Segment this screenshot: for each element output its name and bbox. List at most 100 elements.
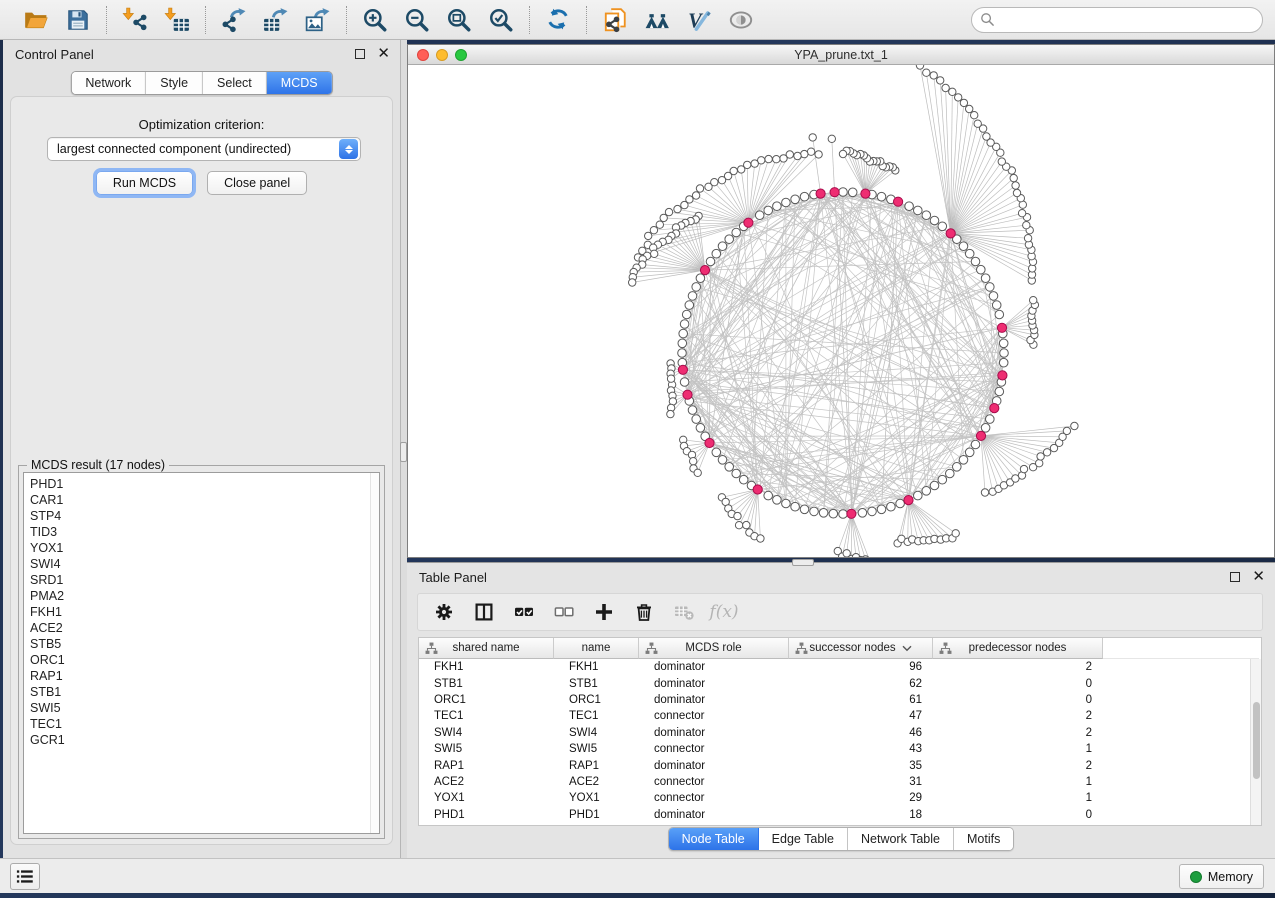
mcds-result-title: MCDS result (17 nodes): [27, 458, 169, 472]
import-table-button[interactable]: [159, 4, 195, 36]
table-row[interactable]: FKH1FKH1dominator962: [419, 659, 1250, 675]
close-table-panel-icon[interactable]: ✕: [1252, 572, 1265, 582]
window-zoom-icon[interactable]: [455, 49, 467, 61]
tab-select[interactable]: Select: [203, 72, 267, 94]
list-scrollbar-track[interactable]: [370, 473, 379, 833]
cell-name: FKH1: [554, 661, 639, 673]
tab-network-table[interactable]: Network Table: [848, 828, 954, 850]
add-column-button[interactable]: [588, 597, 620, 627]
table-row[interactable]: YOX1YOX1connector291: [419, 790, 1250, 806]
tab-mcds[interactable]: MCDS: [267, 72, 332, 94]
column-header-shared-name[interactable]: shared name: [419, 638, 554, 659]
mcds-result-item[interactable]: YOX1: [30, 540, 379, 556]
search-network-button[interactable]: [639, 4, 675, 36]
close-panel-icon[interactable]: ✕: [377, 49, 390, 59]
mcds-result-list[interactable]: PHD1CAR1STP4TID3YOX1SWI4SRD1PMA2FKH1ACE2…: [23, 472, 380, 834]
network-search-box[interactable]: [971, 7, 1263, 33]
function-builder-button[interactable]: f(x): [708, 597, 740, 627]
table-scrollbar-thumb[interactable]: [1253, 702, 1260, 778]
mcds-result-item[interactable]: STB5: [30, 636, 379, 652]
delete-table-button[interactable]: [668, 597, 700, 627]
column-header-successor-nodes[interactable]: successor nodes: [789, 638, 933, 659]
table-row[interactable]: ACE2ACE2connector311: [419, 774, 1250, 790]
vizmapper-icon: V: [686, 7, 712, 33]
splitter-handle[interactable]: [400, 442, 407, 462]
float-panel-icon[interactable]: [355, 49, 365, 59]
window-close-icon[interactable]: [417, 49, 429, 61]
column-header-predecessor-nodes[interactable]: predecessor nodes: [933, 638, 1103, 659]
table-panel-splitter-handle[interactable]: [792, 559, 814, 566]
refresh-view-button[interactable]: [540, 4, 576, 36]
table-row[interactable]: PHD1PHD1dominator180: [419, 807, 1250, 823]
cell-shared-name: ORC1: [419, 694, 554, 706]
vizmapper-button[interactable]: V: [681, 4, 717, 36]
mcds-result-item[interactable]: FKH1: [30, 604, 379, 620]
criterion-select[interactable]: largest connected component (undirected): [47, 137, 361, 161]
export-table-button[interactable]: [258, 4, 294, 36]
cell-mcds-role: dominator: [639, 809, 789, 821]
select-all-columns-button[interactable]: [508, 597, 540, 627]
export-image-button[interactable]: [300, 4, 336, 36]
tab-edge-table[interactable]: Edge Table: [759, 828, 848, 850]
cell-mcds-role: connector: [639, 776, 789, 788]
memory-button[interactable]: Memory: [1179, 864, 1264, 889]
format-columns-button[interactable]: [468, 597, 500, 627]
mcds-result-item[interactable]: SWI4: [30, 556, 379, 572]
share-document-icon: [602, 7, 628, 33]
tab-node-table[interactable]: Node Table: [669, 828, 759, 850]
network-graph[interactable]: [408, 65, 1274, 557]
mcds-result-item[interactable]: GCR1: [30, 732, 379, 748]
cell-predecessor-nodes: 1: [933, 743, 1103, 755]
save-session-button[interactable]: [60, 4, 96, 36]
table-row[interactable]: SWI5SWI5connector431: [419, 741, 1250, 757]
show-graphics-details-button[interactable]: [723, 4, 759, 36]
table-mode-gear-button[interactable]: [428, 597, 460, 627]
export-network-button[interactable]: [216, 4, 252, 36]
table-scrollbar-track[interactable]: [1250, 659, 1261, 825]
open-file-button[interactable]: [18, 4, 54, 36]
unselect-all-columns-button[interactable]: [548, 597, 580, 627]
mcds-result-item[interactable]: RAP1: [30, 668, 379, 684]
tab-network[interactable]: Network: [71, 72, 146, 94]
table-panel: Table Panel ✕ f(x) shared namename MCDS …: [407, 562, 1275, 858]
mcds-result-item[interactable]: SWI5: [30, 700, 379, 716]
run-mcds-button[interactable]: Run MCDS: [96, 171, 193, 195]
close-panel-button[interactable]: Close panel: [207, 171, 307, 195]
column-header-name[interactable]: name: [554, 638, 639, 659]
mcds-result-item[interactable]: PMA2: [30, 588, 379, 604]
cell-shared-name: FKH1: [419, 661, 554, 673]
table-row[interactable]: STB1STB1dominator620: [419, 675, 1250, 691]
mcds-result-item[interactable]: ACE2: [30, 620, 379, 636]
mcds-result-item[interactable]: PHD1: [30, 476, 379, 492]
network-canvas[interactable]: [408, 65, 1274, 557]
network-window-titlebar[interactable]: YPA_prune.txt_1: [408, 45, 1274, 65]
cell-shared-name: YOX1: [419, 792, 554, 804]
mcds-result-item[interactable]: TID3: [30, 524, 379, 540]
float-table-panel-icon[interactable]: [1230, 572, 1240, 582]
mcds-result-item[interactable]: ORC1: [30, 652, 379, 668]
table-row[interactable]: SWI4SWI4dominator462: [419, 725, 1250, 741]
tab-motifs[interactable]: Motifs: [954, 828, 1013, 850]
search-input[interactable]: [1000, 13, 1254, 27]
search-icon: [980, 12, 995, 27]
zoom-fit-button[interactable]: [441, 4, 477, 36]
task-history-button[interactable]: [10, 863, 40, 890]
window-minimize-icon[interactable]: [436, 49, 448, 61]
table-row[interactable]: RAP1RAP1dominator352: [419, 757, 1250, 773]
mcds-result-item[interactable]: STB1: [30, 684, 379, 700]
zoom-in-button[interactable]: [357, 4, 393, 36]
table-row[interactable]: ORC1ORC1dominator610: [419, 692, 1250, 708]
zoom-selected-button[interactable]: [483, 4, 519, 36]
tab-style[interactable]: Style: [146, 72, 203, 94]
zoom-out-button[interactable]: [399, 4, 435, 36]
cell-predecessor-nodes: 0: [933, 678, 1103, 690]
mcds-result-item[interactable]: TEC1: [30, 716, 379, 732]
mcds-result-item[interactable]: CAR1: [30, 492, 379, 508]
share-document-button[interactable]: [597, 4, 633, 36]
delete-column-button[interactable]: [628, 597, 660, 627]
mcds-result-item[interactable]: STP4: [30, 508, 379, 524]
mcds-result-item[interactable]: SRD1: [30, 572, 379, 588]
import-network-button[interactable]: [117, 4, 153, 36]
column-header-MCDS-role[interactable]: MCDS role: [639, 638, 789, 659]
table-row[interactable]: TEC1TEC1connector472: [419, 708, 1250, 724]
